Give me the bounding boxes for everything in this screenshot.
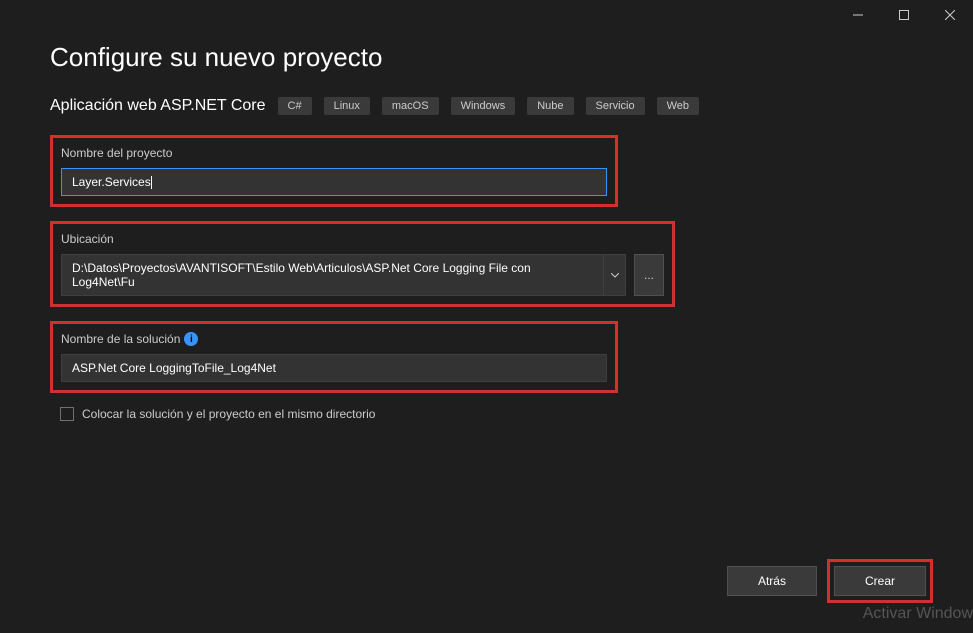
titlebar <box>0 0 973 30</box>
solution-name-input[interactable]: ASP.Net Core LoggingToFile_Log4Net <box>61 354 607 382</box>
info-icon[interactable]: i <box>184 332 198 346</box>
tag-macos: macOS <box>382 97 439 115</box>
tag-linux: Linux <box>324 97 370 115</box>
project-type-subtitle: Aplicación web ASP.NET Core <box>50 97 266 115</box>
tag-servicio: Servicio <box>586 97 645 115</box>
button-bar: Atrás Crear <box>727 559 933 603</box>
maximize-button[interactable] <box>881 0 927 30</box>
solution-name-label: Nombre de la solución i <box>61 332 607 346</box>
create-button-highlight: Crear <box>827 559 933 603</box>
same-directory-label: Colocar la solución y el proyecto en el … <box>82 407 375 421</box>
back-button[interactable]: Atrás <box>727 566 817 596</box>
main-content: Configure su nuevo proyecto Aplicación w… <box>0 30 973 421</box>
location-section: Ubicación D:\Datos\Proyectos\AVANTISOFT\… <box>50 221 675 307</box>
minimize-button[interactable] <box>835 0 881 30</box>
location-label: Ubicación <box>61 232 664 246</box>
location-input[interactable]: D:\Datos\Proyectos\AVANTISOFT\Estilo Web… <box>61 254 604 296</box>
windows-watermark: Activar Window <box>863 605 973 623</box>
tag-windows: Windows <box>451 97 516 115</box>
location-dropdown-arrow[interactable] <box>604 254 626 296</box>
create-button[interactable]: Crear <box>834 566 926 596</box>
close-button[interactable] <box>927 0 973 30</box>
page-title: Configure su nuevo proyecto <box>50 42 923 73</box>
project-name-label: Nombre del proyecto <box>61 146 607 160</box>
project-name-section: Nombre del proyecto Layer.Services <box>50 135 618 207</box>
same-directory-row: Colocar la solución y el proyecto en el … <box>60 407 923 421</box>
subtitle-row: Aplicación web ASP.NET Core C# Linux mac… <box>50 97 923 115</box>
tag-csharp: C# <box>278 97 312 115</box>
project-name-value: Layer.Services <box>72 175 151 189</box>
project-name-input[interactable]: Layer.Services <box>61 168 607 196</box>
tag-nube: Nube <box>527 97 573 115</box>
solution-name-section: Nombre de la solución i ASP.Net Core Log… <box>50 321 618 393</box>
browse-button[interactable]: ... <box>634 254 664 296</box>
text-cursor <box>151 176 152 189</box>
same-directory-checkbox[interactable] <box>60 407 74 421</box>
tag-web: Web <box>657 97 699 115</box>
